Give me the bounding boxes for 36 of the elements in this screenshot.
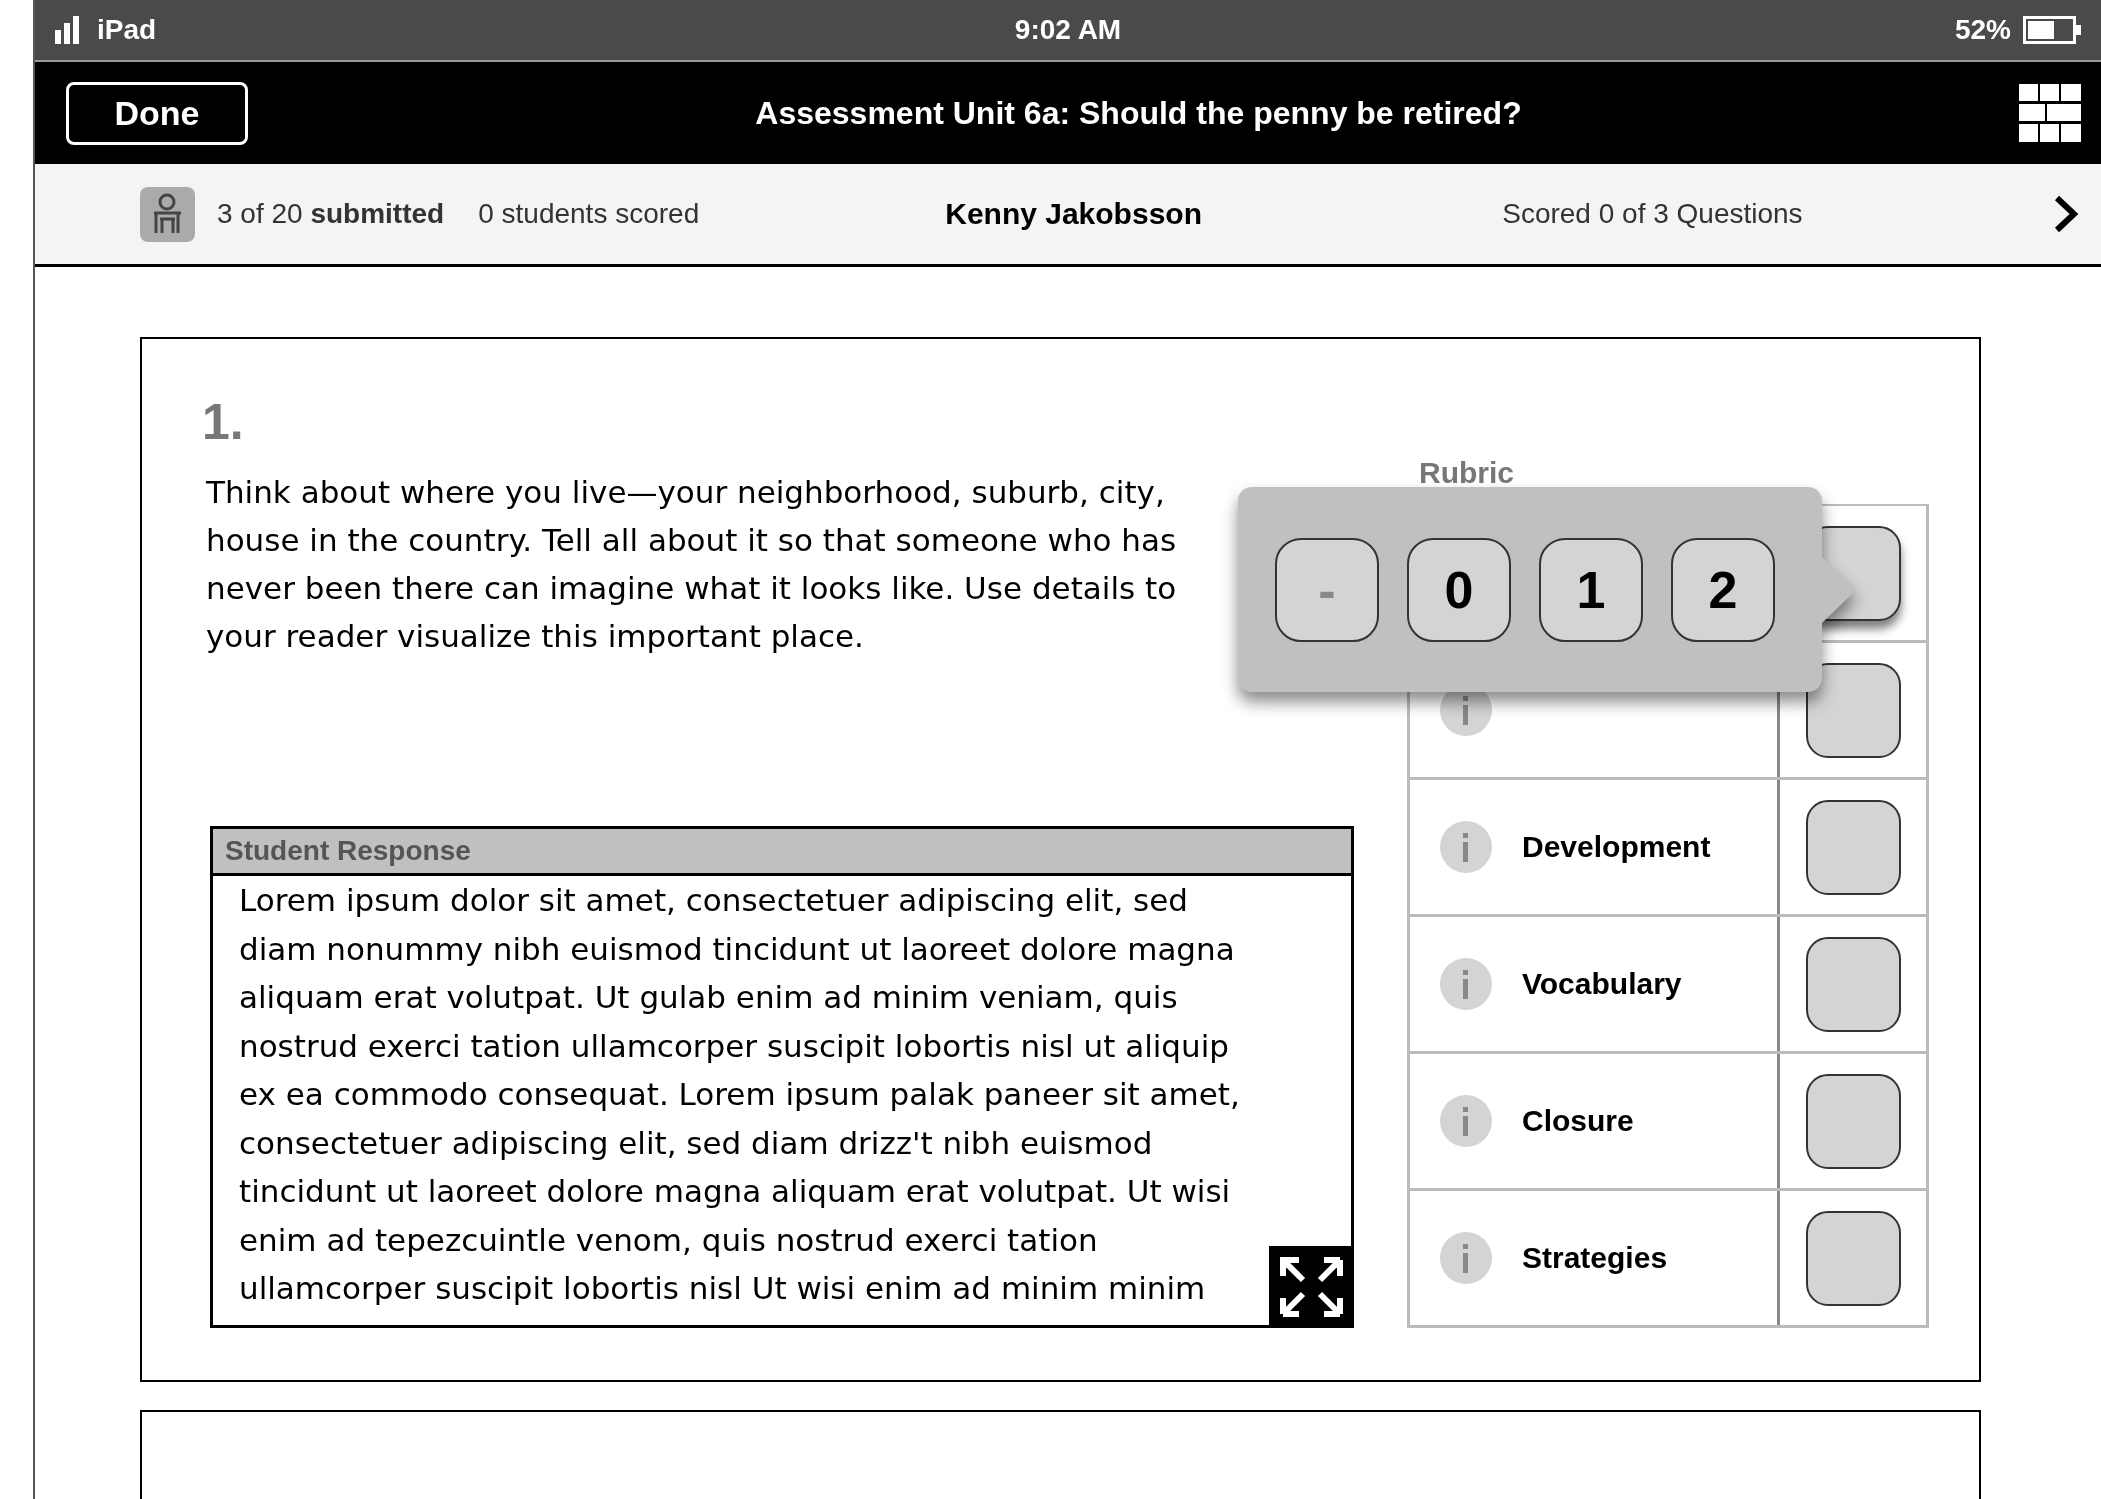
criterion-label: Development xyxy=(1522,830,1711,864)
info-icon[interactable] xyxy=(1440,1232,1492,1284)
battery-percent: 52% xyxy=(1954,14,2011,46)
rubric-title: Rubric xyxy=(1419,456,1514,490)
score-option[interactable]: 0 xyxy=(1407,537,1511,642)
assessment-title: Assessment Unit 6a: Should the penny be retired? xyxy=(754,94,1523,132)
carrier-label: iPad xyxy=(97,14,157,46)
score-option[interactable]: 1 xyxy=(1539,537,1643,642)
expand-icon[interactable] xyxy=(1269,1246,1354,1328)
scored-questions-text: Scored 0 of 3 Questions xyxy=(1502,198,1803,230)
score-box[interactable] xyxy=(1805,799,1901,895)
info-icon[interactable] xyxy=(1440,958,1492,1010)
score-option[interactable]: 2 xyxy=(1671,537,1775,642)
info-icon[interactable] xyxy=(1440,821,1492,873)
criterion-label: Strategies xyxy=(1522,1241,1668,1275)
response-text: Lorem ipsum dolor sit amet, consectetuer adipiscing elit, sed diam nonummy nibh euismod tincidunt ut laoreet dolore magna aliquam erat volutpat. Ut gulab enim ad minim veniam, quis nostrud exerci tation ullamcorper suscipit lobortis nisl ut aliquip ex ea commodo consequat. Lorem ipsum palak paneer sit amet, consectetuer adipiscing elit, sed diam drizz't nibh euismod tincidunt ut laoreet dolore magna aliquam erat volutpat. Ut wisi enim ad tepezcuintle venom, quis nostrud exerci tation ullamcorper suscipit lobortis nisl Ut wisi enim ad minim minim xyxy=(239,881,1241,1308)
student-name: Kenny Jakobsson xyxy=(945,197,1203,231)
battery-icon xyxy=(2023,16,2081,44)
criterion-label: Vocabulary xyxy=(1522,967,1682,1001)
score-box[interactable] xyxy=(1805,1210,1901,1306)
student-desk-icon[interactable] xyxy=(140,186,195,242)
signal-icon xyxy=(55,16,79,44)
score-box[interactable] xyxy=(1805,662,1901,758)
criterion-label: Closure xyxy=(1522,1104,1634,1138)
done-button[interactable]: Done xyxy=(66,81,248,145)
question-number: 1. xyxy=(202,394,245,450)
response-heading: Student Response xyxy=(213,829,1351,876)
submitted-count: 3 of 20 submitted xyxy=(217,198,445,230)
score-box[interactable] xyxy=(1805,1073,1901,1169)
students-scored-count: 0 students scored xyxy=(478,198,700,230)
question-prompt: Think about where you live—your neighborhood, suburb, city, house in the country. Tell all about it so that someone who has never been there can imagine what it looks like. Use details to your reader visualize this important place. xyxy=(206,473,1177,656)
clock-time: 9:02 AM xyxy=(1014,14,1122,46)
info-icon[interactable] xyxy=(1440,1095,1492,1147)
grid-icon[interactable] xyxy=(2019,84,2081,142)
score-box[interactable] xyxy=(1805,936,1901,1032)
chevron-right-icon[interactable] xyxy=(2053,194,2079,234)
